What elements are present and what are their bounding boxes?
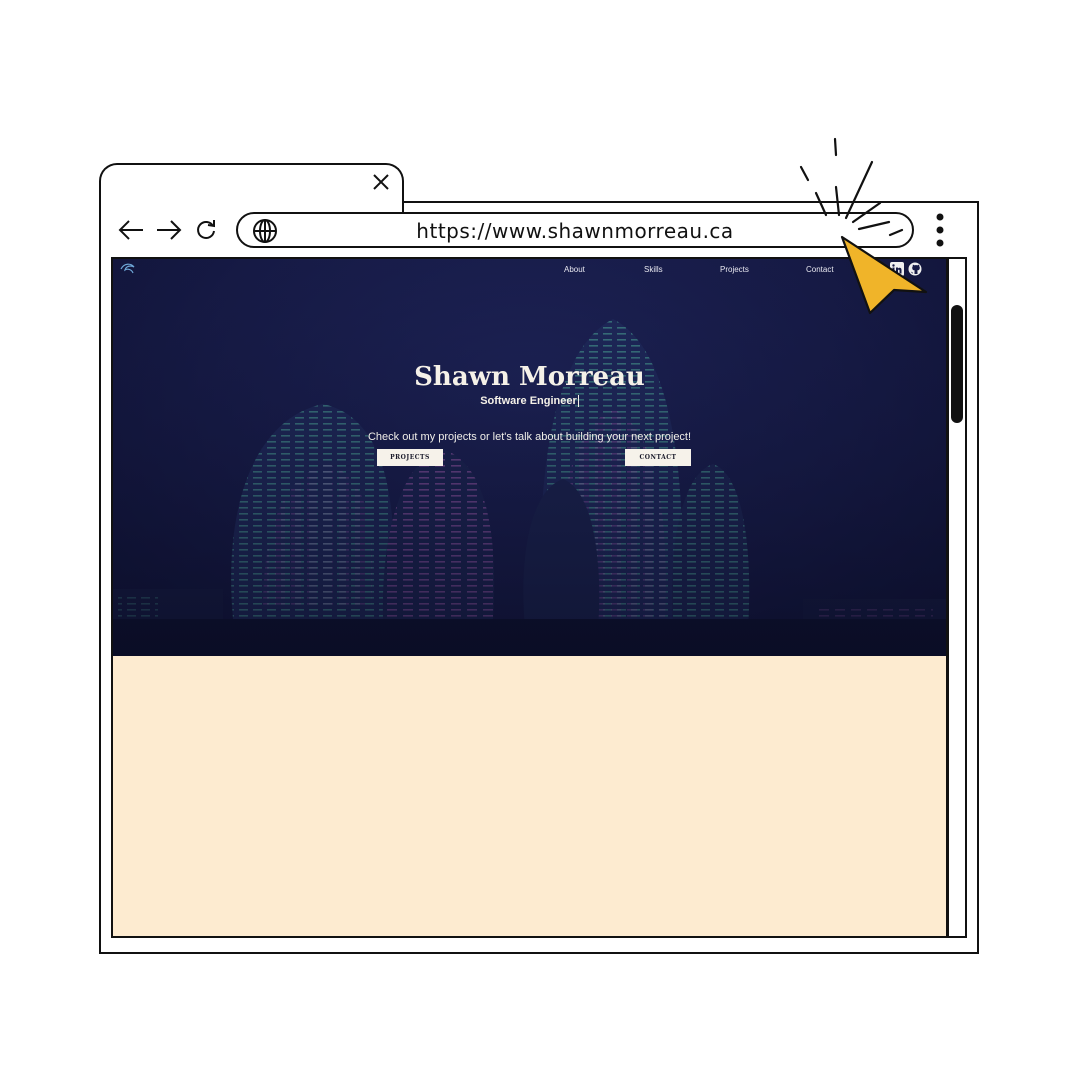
nav-projects[interactable]: Projects (720, 265, 749, 274)
back-arrow-icon[interactable] (117, 218, 145, 242)
reload-icon[interactable] (194, 218, 218, 242)
lower-section (113, 656, 946, 936)
nav-about[interactable]: About (564, 265, 585, 274)
close-icon[interactable] (369, 170, 393, 194)
hero-tagline: Check out my projects or let's talk abou… (367, 431, 692, 443)
page-viewport: About Skills Projects Contact Shawn Morr… (111, 257, 948, 938)
cursor-icon (799, 137, 928, 315)
projects-button[interactable]: PROJECTS (377, 449, 443, 466)
site-logo-icon[interactable] (119, 262, 137, 276)
forward-arrow-icon[interactable] (155, 218, 183, 242)
hero-role: Software Engineer (113, 395, 946, 408)
contact-button[interactable]: CONTACT (625, 449, 691, 466)
nav-skills[interactable]: Skills (644, 265, 663, 274)
scrollbar-thumb[interactable] (951, 305, 963, 423)
hero-role-text: Software Engineer (480, 395, 577, 407)
globe-icon (253, 219, 277, 243)
hero-name: Shawn Morreau (414, 362, 645, 392)
typing-caret (577, 395, 579, 408)
